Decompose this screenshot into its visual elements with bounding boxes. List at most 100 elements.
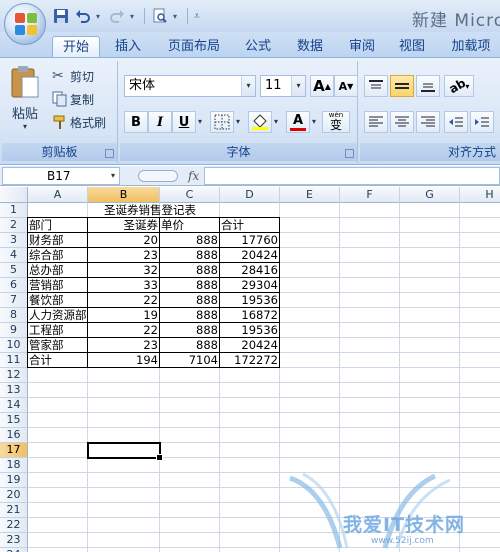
bold-button[interactable]: B	[124, 111, 148, 133]
orientation-button[interactable]: ab ▾	[444, 75, 474, 97]
row-header-16[interactable]: 16	[0, 428, 28, 443]
table-row-cell[interactable]: 888	[160, 233, 220, 248]
align-left-button[interactable]	[364, 111, 388, 133]
row-header-9[interactable]: 9	[0, 323, 28, 338]
underline-button[interactable]: U	[172, 111, 196, 133]
table-total-cell[interactable]: 194	[88, 353, 160, 368]
table-row-cell[interactable]: 16872	[220, 308, 280, 323]
column-header-E[interactable]: E	[280, 187, 340, 203]
paste-dropdown-icon[interactable]: ▾	[23, 122, 27, 131]
table-row-cell[interactable]: 20424	[220, 338, 280, 353]
table-row-cell[interactable]: 29304	[220, 278, 280, 293]
table-row-cell[interactable]: 餐饮部	[28, 293, 88, 308]
row-header-18[interactable]: 18	[0, 458, 28, 473]
row-header-11[interactable]: 11	[0, 353, 28, 368]
tab-data[interactable]: 数据	[288, 36, 332, 58]
row-header-24[interactable]: 24	[0, 548, 28, 552]
borders-dropdown-icon[interactable]: ▾	[236, 117, 240, 126]
row-header-10[interactable]: 10	[0, 338, 28, 353]
row-header-22[interactable]: 22	[0, 518, 28, 533]
table-row-cell[interactable]: 888	[160, 248, 220, 263]
row-header-14[interactable]: 14	[0, 398, 28, 413]
phonetic-button[interactable]: wén 变	[322, 111, 350, 133]
increase-indent-button[interactable]	[470, 111, 494, 133]
table-row-cell[interactable]: 888	[160, 308, 220, 323]
insert-function-icon[interactable]: fx	[188, 169, 199, 183]
select-all-corner[interactable]	[0, 187, 28, 203]
table-row-cell[interactable]: 人力资源部	[28, 308, 88, 323]
align-center-button[interactable]	[390, 111, 414, 133]
redo-dropdown-icon[interactable]: ▾	[130, 12, 138, 21]
name-box[interactable]: B17 ▾	[2, 167, 120, 185]
copy-button[interactable]: 复制	[52, 90, 94, 108]
table-row-cell[interactable]: 888	[160, 263, 220, 278]
table-row-cell[interactable]: 综合部	[28, 248, 88, 263]
tab-formulas[interactable]: 公式	[236, 36, 280, 58]
row-header-1[interactable]: 1	[0, 203, 28, 218]
row-header-23[interactable]: 23	[0, 533, 28, 548]
row-header-5[interactable]: 5	[0, 263, 28, 278]
table-header-cell[interactable]: 合计	[220, 218, 280, 233]
undo-icon[interactable]	[74, 7, 92, 25]
formula-input[interactable]	[204, 167, 500, 185]
customize-qat-icon[interactable]: ⩡	[194, 11, 202, 22]
column-header-F[interactable]: F	[340, 187, 400, 203]
column-header-B[interactable]: B	[88, 187, 160, 203]
column-header-H[interactable]: H	[460, 187, 500, 203]
tab-review[interactable]: 审阅	[340, 36, 384, 58]
table-row-cell[interactable]: 888	[160, 323, 220, 338]
column-header-D[interactable]: D	[220, 187, 280, 203]
formula-bar-splitter[interactable]	[138, 170, 178, 182]
tab-page-layout[interactable]: 页面布局	[160, 36, 228, 58]
table-header-cell[interactable]: 圣诞券	[88, 218, 160, 233]
paste-button[interactable]: 粘贴 ▾	[8, 65, 42, 131]
column-header-C[interactable]: C	[160, 187, 220, 203]
align-top-button[interactable]	[364, 75, 388, 97]
borders-button[interactable]	[210, 111, 234, 133]
column-header-A[interactable]: A	[28, 187, 88, 203]
table-row-cell[interactable]: 营销部	[28, 278, 88, 293]
underline-dropdown-icon[interactable]: ▾	[198, 117, 202, 126]
sheet-title[interactable]: 圣诞券销售登记表	[80, 203, 220, 218]
font-size-dropdown-icon[interactable]: ▾	[291, 76, 305, 96]
tab-addins[interactable]: 加载项	[442, 36, 500, 58]
row-header-13[interactable]: 13	[0, 383, 28, 398]
format-painter-button[interactable]: 格式刷	[52, 113, 106, 131]
save-icon[interactable]	[52, 7, 70, 25]
table-total-cell[interactable]: 合计	[28, 353, 88, 368]
row-header-15[interactable]: 15	[0, 413, 28, 428]
undo-dropdown-icon[interactable]: ▾	[96, 12, 104, 21]
table-row-cell[interactable]: 28416	[220, 263, 280, 278]
table-row-cell[interactable]: 33	[88, 278, 160, 293]
clipboard-launcher-icon[interactable]	[105, 149, 114, 158]
font-color-dropdown-icon[interactable]: ▾	[312, 117, 316, 126]
fill-color-dropdown-icon[interactable]: ▾	[274, 117, 278, 126]
shrink-font-button[interactable]: A ▼	[334, 75, 358, 97]
align-right-button[interactable]	[416, 111, 440, 133]
row-header-7[interactable]: 7	[0, 293, 28, 308]
table-row-cell[interactable]: 财务部	[28, 233, 88, 248]
table-row-cell[interactable]: 23	[88, 338, 160, 353]
font-name-dropdown-icon[interactable]: ▾	[241, 76, 255, 96]
column-header-G[interactable]: G	[400, 187, 460, 203]
row-header-12[interactable]: 12	[0, 368, 28, 383]
row-header-3[interactable]: 3	[0, 233, 28, 248]
row-header-2[interactable]: 2	[0, 218, 28, 233]
font-name-combo[interactable]: 宋体 ▾	[124, 75, 256, 97]
table-row-cell[interactable]: 总办部	[28, 263, 88, 278]
row-header-6[interactable]: 6	[0, 278, 28, 293]
tab-view[interactable]: 视图	[390, 36, 434, 58]
table-row-cell[interactable]: 22	[88, 323, 160, 338]
table-row-cell[interactable]: 17760	[220, 233, 280, 248]
row-header-21[interactable]: 21	[0, 503, 28, 518]
table-row-cell[interactable]: 888	[160, 278, 220, 293]
cut-button[interactable]: ✂ 剪切	[52, 67, 94, 85]
align-middle-button[interactable]	[390, 75, 414, 97]
row-header-17[interactable]: 17	[0, 443, 28, 458]
font-color-button[interactable]: A	[286, 111, 310, 133]
name-box-dropdown-icon[interactable]: ▾	[107, 168, 119, 184]
table-row-cell[interactable]: 19536	[220, 293, 280, 308]
table-header-cell[interactable]: 单价	[160, 218, 220, 233]
table-total-cell[interactable]: 172272	[220, 353, 280, 368]
print-preview-dropdown-icon[interactable]: ▾	[173, 12, 181, 21]
